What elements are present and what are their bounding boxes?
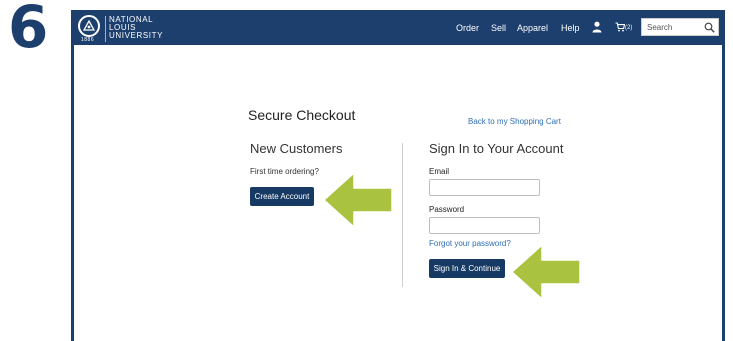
sign-in-heading: Sign In to Your Account xyxy=(429,141,564,156)
arrow-left-icon xyxy=(510,243,581,301)
sign-in-continue-button[interactable]: Sign In & Continue xyxy=(429,259,505,278)
triangle-icon xyxy=(83,20,95,31)
nav-apparel-link[interactable]: Apparel xyxy=(517,23,548,33)
new-customers-heading: New Customers xyxy=(250,141,343,156)
nav-order-link[interactable]: Order xyxy=(456,23,479,33)
email-field[interactable] xyxy=(429,179,540,196)
cart-count[interactable]: (2) xyxy=(625,25,632,31)
password-field[interactable] xyxy=(429,217,540,234)
seal-icon xyxy=(78,15,100,37)
cart-icon[interactable] xyxy=(615,22,625,32)
password-label: Password xyxy=(429,205,465,214)
step-number: 6 xyxy=(8,0,49,61)
back-to-cart-link[interactable]: Back to my Shopping Cart xyxy=(468,117,561,126)
search-input[interactable] xyxy=(642,19,702,35)
first-time-prompt: First time ordering? xyxy=(250,167,319,176)
logo-wordmark: NATIONAL LOUIS UNIVERSITY xyxy=(109,16,163,40)
top-navigation-bar: 1886 NATIONAL LOUIS UNIVERSITY Order Sel… xyxy=(74,13,722,45)
nav-help-link[interactable]: Help xyxy=(561,23,580,33)
create-account-button[interactable]: Create Account xyxy=(250,187,314,206)
logo-line-3: UNIVERSITY xyxy=(109,31,164,40)
arrow-left-icon xyxy=(322,171,393,229)
column-divider xyxy=(402,143,403,287)
email-label: Email xyxy=(429,167,450,176)
logo-divider xyxy=(105,16,106,42)
logo-year: 1886 xyxy=(81,37,95,43)
forgot-password-link[interactable]: Forgot your password? xyxy=(429,239,511,248)
user-icon[interactable] xyxy=(592,21,602,33)
search-icon[interactable] xyxy=(704,22,715,33)
browser-frame: 1886 NATIONAL LOUIS UNIVERSITY Order Sel… xyxy=(71,10,725,341)
tutorial-page: 6 1886 NATIONAL LOUIS UNIVERSITY Order S… xyxy=(0,0,733,341)
page-title: Secure Checkout xyxy=(248,107,356,123)
nav-sell-link[interactable]: Sell xyxy=(491,23,506,33)
search-box xyxy=(641,18,719,36)
